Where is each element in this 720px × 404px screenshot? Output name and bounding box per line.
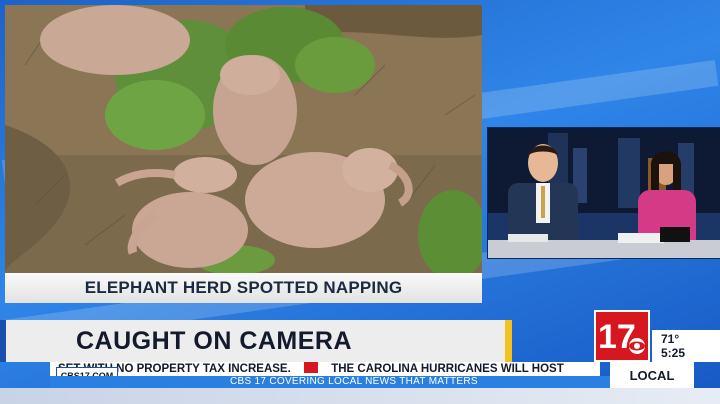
ticker-separator-icon: [304, 362, 318, 373]
studio-anchors-video: [487, 127, 720, 259]
ticker-item: THE CAROLINA HURRICANES WILL HOST: [331, 363, 564, 375]
weather-temperature: 71°: [661, 332, 680, 346]
banner-accent-blue: [0, 320, 6, 362]
section-badge: LOCAL: [610, 362, 694, 388]
story-caption-bar: ELEPHANT HERD SPOTTED NAPPING: [5, 273, 482, 303]
headline-banner: CAUGHT ON CAMERA: [0, 320, 512, 362]
story-caption: ELEPHANT HERD SPOTTED NAPPING: [84, 278, 403, 297]
cbs17-logo-icon: 17: [598, 318, 645, 356]
section-label: LOCAL: [629, 367, 675, 383]
studio-anchors-image: [488, 128, 720, 258]
tagline-strip: CBS 17 COVERING LOCAL NEWS THAT MATTERS: [50, 376, 610, 388]
station-logo: 17: [594, 310, 650, 362]
elephant-footage-image: [5, 5, 482, 273]
bottom-edge: [0, 388, 720, 404]
news-ticker: SET WITH NO PROPERTY TAX INCREASE. THE C…: [50, 362, 600, 376]
headline-text: CAUGHT ON CAMERA: [76, 326, 353, 355]
ticker-text: SET WITH NO PROPERTY TAX INCREASE. THE C…: [58, 362, 564, 376]
station-tagline: CBS 17 COVERING LOCAL NEWS THAT MATTERS: [230, 376, 478, 387]
current-time: 5:25: [661, 346, 686, 360]
logo-number: 17: [598, 318, 636, 356]
banner-accent-yellow: [505, 320, 512, 362]
elephant-footage: [5, 5, 482, 273]
